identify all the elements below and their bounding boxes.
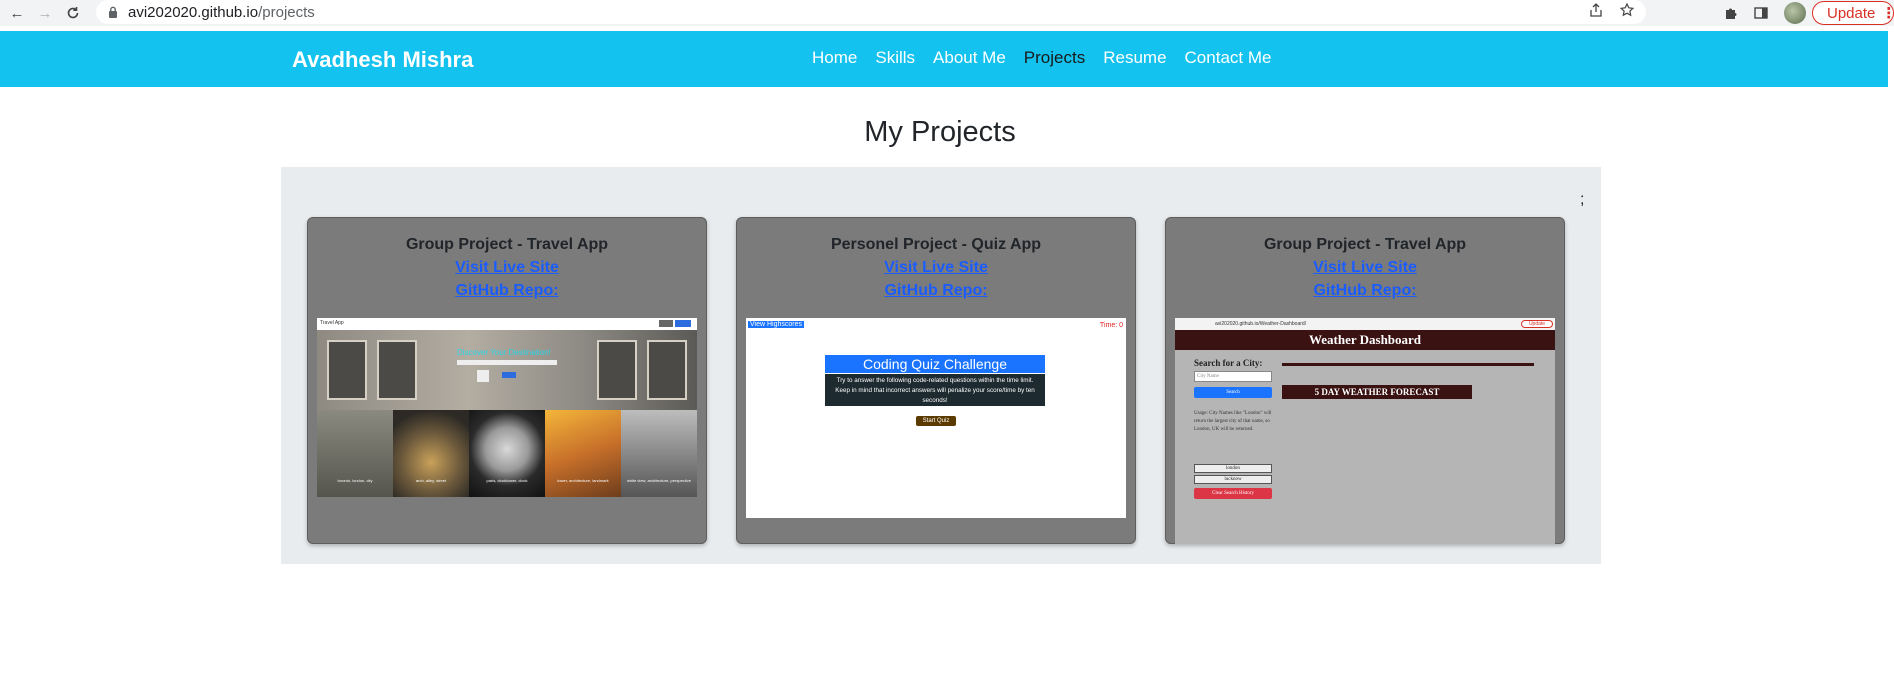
thumb-usage-text: Usage: City Names like "London" will ret… (1194, 411, 1272, 432)
thumb-forecast-title: 5 DAY WEATHER FORECAST (1282, 385, 1472, 399)
thumb-caption: paris, clocktower, clock (486, 478, 528, 483)
thumb-history-item: lucknow (1194, 475, 1272, 484)
nav-item-contact-me[interactable]: Contact Me (1185, 48, 1272, 68)
side-panel-icon[interactable] (1750, 2, 1772, 24)
thumb-quiz-description: Try to answer the following code-related… (825, 374, 1045, 406)
thumb-nav-title: Travel App (320, 320, 344, 326)
update-label: Update (1827, 4, 1876, 22)
thumb-search-button: Search (1194, 387, 1272, 398)
nav-item-projects[interactable]: Projects (1024, 48, 1085, 68)
share-icon[interactable] (1590, 2, 1602, 22)
thumb-clear-history: Clear Search History (1194, 488, 1272, 499)
github-repo-link[interactable]: GitHub Repo: (1166, 282, 1564, 300)
thumb-start-quiz: Start Quiz (916, 416, 956, 426)
thumb-caption: arch, alley, street (415, 478, 447, 483)
url-text[interactable]: avi202020.github.io/projects (128, 4, 315, 21)
project-screenshot: Travel App Discover Your Destination! to… (317, 318, 697, 497)
address-bar[interactable]: avi202020.github.io/projects (96, 0, 1646, 24)
bookmark-star-icon[interactable] (1619, 2, 1635, 22)
thumb-search-label: Search for a City: (1194, 358, 1263, 368)
visit-live-site-link[interactable]: Visit Live Site (737, 259, 1135, 277)
update-button[interactable]: Update ⋮ (1812, 1, 1894, 25)
project-card-travel: Group Project - Travel App Visit Live Si… (307, 217, 707, 544)
back-icon[interactable]: ← (6, 2, 28, 24)
project-card-quiz: Personel Project - Quiz App Visit Live S… (736, 217, 1136, 544)
thumb-timer: Time: 0 (1099, 322, 1123, 329)
thumb-caption: tower, architecture, landmark (557, 478, 609, 483)
nav-menu: Home Skills About Me Projects Resume Con… (812, 48, 1271, 68)
project-title: Group Project - Travel App (405, 236, 609, 253)
url-host: avi202020.github.io (128, 3, 259, 21)
project-title: Personel Project - Quiz App (830, 236, 1042, 253)
visit-live-site-link[interactable]: Visit Live Site (1166, 259, 1564, 277)
project-title: Group Project - Travel App (1263, 236, 1467, 253)
github-repo-link[interactable]: GitHub Repo: (308, 282, 706, 300)
reload-icon[interactable] (62, 2, 84, 24)
thumb-update: Update (1521, 320, 1553, 328)
brand-logo[interactable]: Avadhesh Mishra (292, 47, 473, 73)
nav-item-skills[interactable]: Skills (875, 48, 915, 68)
thumb-city-input: City Name (1194, 371, 1272, 382)
forward-icon[interactable]: → (34, 2, 56, 24)
site-navbar: Avadhesh Mishra Home Skills About Me Pro… (0, 31, 1888, 87)
stray-text: ; (1580, 191, 1585, 208)
nav-item-about-me[interactable]: About Me (933, 48, 1006, 68)
browser-toolbar: ← → avi202020.github.io/projects Update … (0, 0, 1894, 26)
profile-avatar[interactable] (1784, 2, 1806, 24)
thumb-caption: white view, architecture, perspective (626, 478, 692, 483)
extensions-puzzle-icon[interactable] (1720, 2, 1742, 24)
thumb-highscores: View Highscores (748, 321, 805, 328)
thumb-url: avi202020.github.io/Weather-Dashboard/ (1215, 321, 1307, 327)
github-repo-link[interactable]: GitHub Repo: (737, 282, 1135, 300)
page-title: My Projects (864, 116, 1016, 148)
more-menu-icon[interactable]: ⋮ (1881, 4, 1894, 22)
project-screenshot: avi202020.github.io/Weather-Dashboard/ U… (1175, 318, 1555, 544)
lock-icon[interactable] (106, 5, 120, 19)
nav-item-resume[interactable]: Resume (1103, 48, 1166, 68)
thumb-history-item: london (1194, 464, 1272, 473)
project-screenshot: View Highscores Time: 0 Coding Quiz Chal… (746, 318, 1126, 518)
thumb-hero-text: Discover Your Destination! (457, 348, 551, 357)
thumb-caption: toronto, london, city (337, 478, 373, 483)
url-path: /projects (258, 3, 315, 21)
visit-live-site-link[interactable]: Visit Live Site (308, 259, 706, 277)
nav-item-home[interactable]: Home (812, 48, 857, 68)
thumb-weather-heading: Weather Dashboard (1175, 330, 1555, 350)
project-card-weather: Group Project - Travel App Visit Live Si… (1165, 217, 1565, 544)
thumb-quiz-heading: Coding Quiz Challenge (825, 355, 1045, 373)
